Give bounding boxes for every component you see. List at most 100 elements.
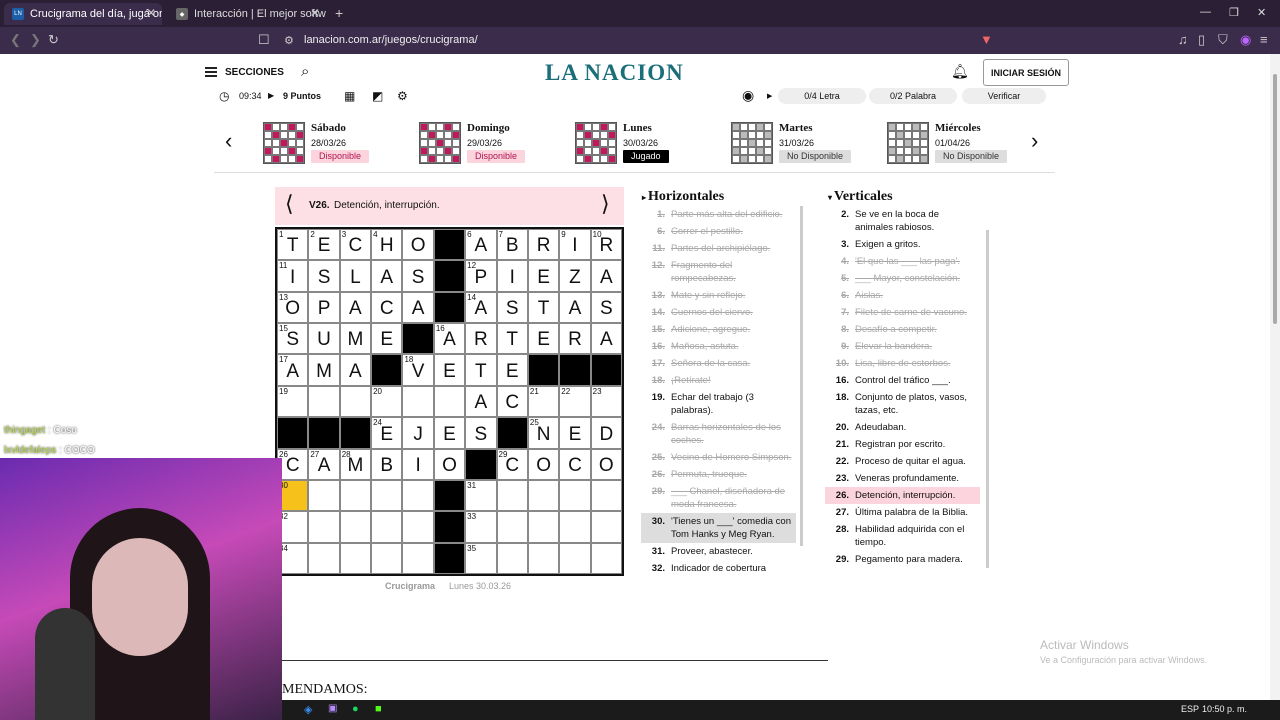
grid-cell[interactable] <box>590 354 622 386</box>
grid-cell[interactable] <box>590 479 622 512</box>
day-card-4[interactable]: Miércoles 01/04/26 No Disponible <box>887 120 1037 166</box>
grid-cell[interactable]: A <box>402 291 434 324</box>
grid-cell[interactable] <box>308 385 340 418</box>
grid-cell[interactable] <box>496 511 528 543</box>
hamburger-icon[interactable] <box>205 67 217 77</box>
grid-cell[interactable] <box>371 511 403 543</box>
grid-cell[interactable]: S 15 <box>277 323 309 355</box>
day-card-2[interactable]: Lunes 30/03/26 Jugado <box>575 120 725 166</box>
grid-cell[interactable]: 19 <box>277 385 309 418</box>
grid-cell[interactable]: V 18 <box>402 354 434 386</box>
spotify-icon[interactable]: ● <box>352 703 359 715</box>
clue-item[interactable]: 23. Veneras profundamente. <box>825 470 980 487</box>
clue-item[interactable]: 12. Fragmento del rompecabezas. <box>641 257 796 287</box>
grid-cell[interactable]: A <box>590 260 622 292</box>
grid-cell[interactable] <box>308 511 340 543</box>
clue-item[interactable]: 26. Permuta, trueque. <box>641 466 796 483</box>
grid-cell[interactable]: 33 <box>465 511 497 543</box>
grid-cell[interactable] <box>559 542 591 574</box>
grid-cell[interactable] <box>371 354 403 386</box>
grid-cell[interactable]: R <box>465 323 497 355</box>
grid-cell[interactable] <box>527 479 560 512</box>
clue-item[interactable]: 15. Adicione, agregue. <box>641 321 796 338</box>
close-tab-icon[interactable]: ✕ <box>146 6 156 20</box>
grid-cell[interactable]: A <box>371 260 403 292</box>
grid-cell[interactable] <box>308 417 340 449</box>
grid-cell[interactable]: A <box>559 291 591 324</box>
grid-cell[interactable] <box>402 385 434 418</box>
clue-item[interactable]: 20. Adeudaban. <box>825 419 980 436</box>
scrollbar[interactable] <box>800 206 803 546</box>
grid-cell[interactable] <box>559 354 591 386</box>
grid-cell[interactable]: A <box>465 385 497 418</box>
forward-icon[interactable]: ❯ <box>30 32 41 48</box>
grid-cell[interactable] <box>433 542 466 574</box>
grid-cell[interactable] <box>339 511 372 543</box>
close-tab-icon[interactable]: ✕ <box>310 6 320 20</box>
music-icon[interactable]: ♫ <box>1178 32 1188 47</box>
crossword-grid[interactable]: T 1 E 2 C 3 H 4 O A 6 B 7 R I 9 R 10 I 11 S L A S P 12 I E Z A O 13 P A C A… <box>275 227 624 576</box>
grid-cell[interactable] <box>527 542 560 574</box>
clue-item[interactable]: 1. Parte más alta del edificio. <box>641 206 796 223</box>
logo[interactable]: LA NACION <box>545 60 684 86</box>
new-tab-button[interactable]: + <box>335 5 343 21</box>
grid-cell[interactable] <box>527 511 560 543</box>
grid-cell[interactable]: B7 <box>496 229 528 261</box>
menu-icon[interactable]: ≡ <box>1260 32 1268 47</box>
grid-cell[interactable]: A 14 <box>465 291 497 324</box>
grid-cell[interactable]: I 11 <box>277 260 309 292</box>
clue-item[interactable]: 24. Barras horizontales de los coches. <box>641 419 796 449</box>
grid-cell[interactable]: 21 <box>527 385 560 418</box>
grid-cell[interactable]: E <box>527 260 560 292</box>
search-icon[interactable]: ⌕ <box>301 63 309 80</box>
grid-cell[interactable] <box>433 260 466 292</box>
clue-item[interactable]: 6. Correr el pestillo. <box>641 223 796 240</box>
grid-cell[interactable]: R <box>527 229 560 261</box>
grid-cell[interactable]: O <box>590 448 622 480</box>
grid-cell[interactable] <box>496 417 528 449</box>
sidebar-icon[interactable]: ▯ <box>1198 32 1205 48</box>
grid-cell[interactable]: P 12 <box>465 260 497 292</box>
grid-cell[interactable]: D <box>590 417 622 449</box>
clue-item[interactable]: 13. Mate y sin reflejo. <box>641 287 796 304</box>
grid-cell[interactable]: N 25 <box>527 417 560 449</box>
grid-cell[interactable] <box>308 479 340 512</box>
clue-item[interactable]: 28. Habilidad adquirida con el tiempo. <box>825 521 980 551</box>
clue-item[interactable]: 11. Partes del archipiélago. <box>641 240 796 257</box>
stats-icon[interactable]: ◩ <box>372 89 383 103</box>
grid-cell[interactable]: A <box>339 354 372 386</box>
grid-cell[interactable]: J <box>402 417 434 449</box>
clue-item[interactable]: 2. Se ve en la boca de animales rabiosos. <box>825 206 980 236</box>
grid-cell[interactable] <box>308 542 340 574</box>
grid-cell[interactable]: M <box>308 354 340 386</box>
grid-cell[interactable] <box>371 479 403 512</box>
grid-cell[interactable]: O 13 <box>277 291 309 324</box>
grid-cell[interactable]: O <box>527 448 560 480</box>
grid-cell[interactable]: A6 <box>465 229 497 261</box>
grid-cell[interactable]: S <box>590 291 622 324</box>
prev-clue-icon[interactable]: ⟨ <box>285 191 294 217</box>
reveal-word-button[interactable]: 0/2 Palabra <box>869 88 957 104</box>
clue-item[interactable]: 3. Exigen a gritos. <box>825 236 980 253</box>
grid-cell[interactable]: C <box>559 448 591 480</box>
grid-cell[interactable]: E <box>496 354 528 386</box>
clue-item[interactable]: 31. Proveer, abastecer. <box>641 543 796 560</box>
verify-button[interactable]: Verificar <box>962 88 1046 104</box>
grid-cell[interactable] <box>527 354 560 386</box>
minimize-icon[interactable]: — <box>1200 6 1211 18</box>
grid-cell[interactable]: I <box>402 448 434 480</box>
clue-item[interactable]: 7. Filete de carne de vacuno. <box>825 304 980 321</box>
clue-item[interactable]: 8. Desafío a competir. <box>825 321 980 338</box>
grid-cell[interactable]: H4 <box>371 229 403 261</box>
grid-cell[interactable]: E <box>433 417 466 449</box>
premiere-icon[interactable]: ▣ <box>328 703 337 714</box>
clock[interactable]: 10:50 p. m. <box>1202 704 1247 714</box>
language[interactable]: ESP <box>1181 704 1199 714</box>
grid-cell[interactable]: E <box>559 417 591 449</box>
day-card-3[interactable]: Martes 31/03/26 No Disponible <box>731 120 881 166</box>
grid-cell[interactable]: C <box>371 291 403 324</box>
grid-cell[interactable] <box>433 479 466 512</box>
grid-cell[interactable] <box>590 542 622 574</box>
leo-ai-icon[interactable]: ◉ <box>1240 32 1251 48</box>
grid-cell[interactable]: O <box>402 229 434 261</box>
